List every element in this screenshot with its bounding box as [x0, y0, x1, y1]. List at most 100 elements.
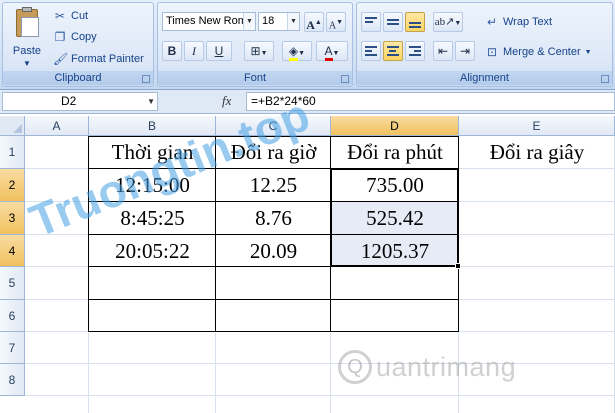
increase-indent-button[interactable]: ⇥	[455, 41, 475, 61]
clip-icon	[22, 7, 32, 12]
align-top-button[interactable]	[361, 12, 381, 32]
paintbrush-icon: 🖌	[53, 52, 69, 66]
row-header-6[interactable]: 6	[0, 300, 25, 332]
name-box-value: D2	[61, 94, 77, 108]
table-cell[interactable]: 8.76	[216, 202, 331, 235]
copy-label: Copy	[71, 31, 97, 43]
decrease-indent-icon: ⇤	[437, 44, 449, 58]
underline-button[interactable]: U	[206, 41, 232, 61]
header-cell[interactable]: Đổi ra giờ	[216, 136, 331, 169]
table-cell[interactable]: 12.25	[216, 169, 331, 202]
font-group: Times New Rom ▼ 18 ▼ A▲ A▼ B I U ⊞▼ ◈▼ A…	[157, 2, 353, 87]
select-all-button[interactable]	[0, 116, 25, 136]
copy-button[interactable]: ❐ Copy	[53, 28, 97, 46]
decrease-indent-button[interactable]: ⇤	[433, 41, 453, 61]
header-cell[interactable]: Thời gian	[89, 136, 216, 169]
table-cell[interactable]	[459, 267, 615, 300]
table-cell[interactable]	[89, 267, 216, 300]
chevron-down-icon: ▼	[287, 13, 299, 30]
row-header-5[interactable]: 5	[0, 267, 25, 300]
align-center-button[interactable]	[383, 41, 403, 61]
table-cell[interactable]: 525.42	[331, 202, 459, 235]
borders-icon: ⊞	[250, 44, 261, 58]
merge-center-label: Merge & Center	[503, 46, 581, 58]
column-header-e[interactable]: E	[459, 116, 615, 136]
bold-button[interactable]: B	[162, 41, 182, 61]
table-cell[interactable]: 20.09	[216, 235, 331, 267]
wrap-text-label: Wrap Text	[503, 16, 553, 28]
align-bottom-button[interactable]	[405, 12, 425, 32]
table-cell[interactable]	[89, 300, 216, 332]
paste-button[interactable]: Paste ▼	[7, 7, 47, 69]
paper-icon	[21, 17, 39, 37]
table-cell[interactable]: 735.00	[331, 169, 459, 202]
table-cell[interactable]	[459, 169, 615, 202]
insert-function-button[interactable]: fx	[222, 93, 231, 109]
table-cell[interactable]: 12:15:00	[89, 169, 216, 202]
table-cell[interactable]	[459, 202, 615, 235]
column-header-d[interactable]: D	[331, 116, 459, 136]
row-header-1[interactable]: 1	[0, 136, 25, 169]
table-cell[interactable]	[459, 235, 615, 267]
align-left-button[interactable]	[361, 41, 381, 61]
wrap-text-icon: ↵	[486, 15, 498, 29]
name-box[interactable]: D2 ▼	[2, 92, 158, 111]
format-painter-button[interactable]: 🖌 Format Painter	[53, 50, 144, 68]
orientation-icon: ab↗	[434, 16, 455, 28]
italic-button[interactable]: I	[184, 41, 204, 61]
formula-input[interactable]: =+B2*24*60	[246, 92, 615, 111]
dialog-launcher-icon[interactable]	[142, 75, 150, 83]
align-right-button[interactable]	[405, 41, 425, 61]
chevron-down-icon: ▼	[243, 13, 255, 30]
grow-font-button[interactable]: A▲	[304, 12, 324, 32]
header-cell[interactable]: Đổi ra giây	[459, 136, 615, 169]
gridline	[25, 363, 615, 364]
column-header-c[interactable]: C	[216, 116, 331, 136]
clipboard-group: Paste ▼ ✂ Cut ❐ Copy 🖌 Format Painter Cl…	[2, 2, 154, 87]
paint-bucket-icon: ◈	[288, 44, 299, 61]
header-cell[interactable]: Đổi ra phút	[331, 136, 459, 169]
table-cell[interactable]	[459, 300, 615, 332]
row-header-3[interactable]: 3	[0, 202, 25, 235]
shrink-font-button[interactable]: A▼	[326, 12, 346, 32]
row-header-2[interactable]: 2	[0, 169, 25, 202]
font-color-button[interactable]: A▼	[316, 41, 348, 61]
row-header-4[interactable]: 4	[0, 235, 25, 267]
dialog-launcher-icon[interactable]	[341, 75, 349, 83]
font-group-label: Font	[158, 71, 352, 85]
row-header-7[interactable]: 7	[0, 332, 25, 364]
chevron-down-icon: ▼	[147, 97, 155, 106]
align-middle-icon	[387, 19, 399, 25]
font-size-combo[interactable]: 18 ▼	[258, 12, 300, 31]
gridline	[25, 395, 615, 396]
table-cell[interactable]	[331, 300, 459, 332]
table-cell[interactable]	[216, 300, 331, 332]
table-cell[interactable]: 1205.37	[331, 235, 459, 267]
column-header-a[interactable]: A	[25, 116, 89, 136]
fill-color-button[interactable]: ◈▼	[282, 41, 312, 61]
wrap-text-button[interactable]: ↵ Wrap Text	[485, 13, 552, 31]
cut-button[interactable]: ✂ Cut	[53, 7, 88, 25]
borders-button[interactable]: ⊞▼	[244, 41, 274, 61]
copy-icon: ❐	[54, 30, 66, 44]
dialog-launcher-icon[interactable]	[601, 75, 609, 83]
font-color-label: A	[324, 44, 333, 61]
merge-center-button[interactable]: ⊡ Merge & Center ▼	[485, 43, 592, 61]
worksheet-grid: ABCDE 12345678 Thời gian Đổi ra giờ Đổi ra…	[0, 116, 615, 413]
format-painter-label: Format Painter	[71, 53, 144, 65]
align-right-icon	[409, 46, 421, 56]
font-name-combo[interactable]: Times New Rom ▼	[162, 12, 256, 31]
clipboard-group-label: Clipboard	[3, 71, 153, 85]
table-cell[interactable]	[216, 267, 331, 300]
table-cell[interactable]	[331, 267, 459, 300]
row-header-8[interactable]: 8	[0, 364, 25, 396]
column-header-b[interactable]: B	[89, 116, 216, 136]
ribbon: Paste ▼ ✂ Cut ❐ Copy 🖌 Format Painter Cl…	[0, 0, 615, 90]
alignment-group-label: Alignment	[357, 71, 612, 85]
chevron-down-icon: ▼	[23, 59, 31, 68]
table-cell[interactable]: 8:45:25	[89, 202, 216, 235]
orientation-button[interactable]: ab↗▼	[433, 12, 463, 32]
align-middle-button[interactable]	[383, 12, 403, 32]
merge-cells-icon: ⊡	[486, 45, 498, 59]
table-cell[interactable]: 20:05:22	[89, 235, 216, 267]
